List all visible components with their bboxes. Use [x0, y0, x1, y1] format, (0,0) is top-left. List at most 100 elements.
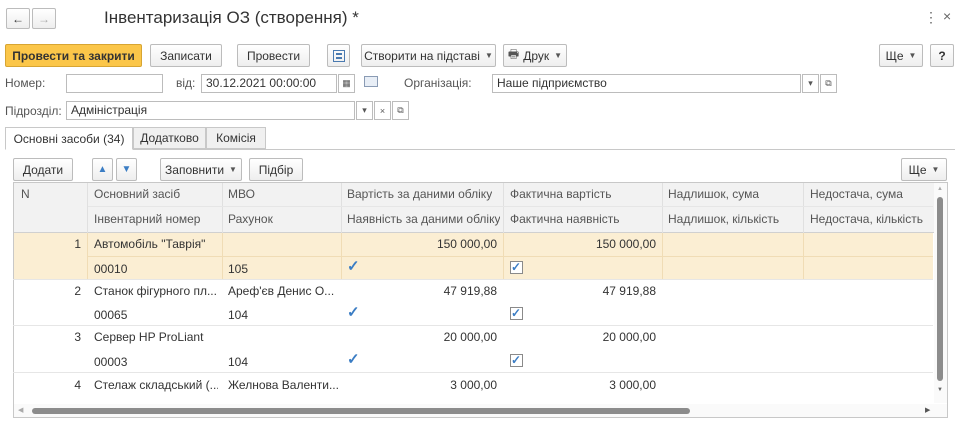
- account[interactable]: 105: [228, 262, 248, 276]
- book-value[interactable]: 3 000,00: [347, 378, 497, 392]
- chevron-down-icon: ▼: [229, 165, 237, 174]
- header-row-sep: [88, 206, 933, 207]
- table-more-button[interactable]: Ще ▼: [901, 158, 947, 181]
- account[interactable]: 104: [228, 308, 248, 322]
- vertical-scrollbar[interactable]: ▲ ▼: [934, 183, 947, 403]
- book-value[interactable]: 47 919,88: [347, 284, 497, 298]
- scroll-up-icon[interactable]: ▲: [937, 186, 943, 192]
- arrow-left-icon: ←: [12, 11, 24, 26]
- print-button[interactable]: 🖶 Друк ▼: [503, 44, 567, 67]
- col-sep: [503, 183, 504, 233]
- book-presence-check-icon: ✓: [347, 351, 360, 368]
- actual-presence-checkbox[interactable]: ✓: [510, 260, 523, 274]
- row-number[interactable]: 1: [14, 237, 81, 251]
- horizontal-scrollbar[interactable]: ◀ ▶: [14, 404, 947, 417]
- close-icon[interactable]: ×: [943, 8, 951, 24]
- inventory-number[interactable]: 00010: [94, 262, 127, 276]
- structure-button[interactable]: [327, 44, 350, 67]
- back-button[interactable]: ←: [6, 8, 30, 29]
- table-more-label: Ще: [908, 162, 927, 177]
- number-field[interactable]: [66, 74, 163, 93]
- col-header-actual-value[interactable]: Фактична вартість: [510, 187, 612, 201]
- select-button[interactable]: Підбір: [249, 158, 303, 181]
- chevron-down-icon: ▼: [931, 165, 940, 174]
- tab-fixed-assets[interactable]: Основні засоби (34): [5, 127, 133, 150]
- col-header-book-value[interactable]: Вартість за даними обліку: [347, 187, 492, 201]
- asset-name[interactable]: Сервер HP ProLiant: [94, 330, 218, 344]
- forward-button[interactable]: →: [32, 8, 56, 29]
- move-up-button[interactable]: ▲: [92, 158, 113, 181]
- mvo[interactable]: Ареф'єв Денис О...: [228, 284, 338, 298]
- col-header-inv-no[interactable]: Інвентарний номер: [94, 212, 200, 226]
- arrow-up-icon: ▲: [97, 164, 108, 175]
- inventory-number[interactable]: 00065: [94, 308, 127, 322]
- actual-presence-checkbox[interactable]: ✓: [510, 306, 523, 320]
- account[interactable]: 104: [228, 355, 248, 369]
- add-button[interactable]: Додати: [13, 158, 73, 181]
- number-label: Номер:: [5, 76, 46, 90]
- tab-commission[interactable]: Комісія: [206, 127, 266, 149]
- actual-presence-checkbox[interactable]: ✓: [510, 353, 523, 367]
- col-header-actual-presence[interactable]: Фактична наявність: [510, 212, 619, 226]
- col-header-shortage-sum[interactable]: Недостача, сума: [810, 187, 932, 201]
- date-field[interactable]: 30.12.2021 00:00:00: [201, 74, 337, 93]
- row-number[interactable]: 3: [14, 330, 81, 344]
- asset-name[interactable]: Станок фігурного пл...: [94, 284, 218, 298]
- organization-field[interactable]: Наше підприємство: [492, 74, 801, 93]
- post-and-close-button[interactable]: Провести та закрити: [5, 44, 142, 67]
- actual-value[interactable]: 20 000,00: [510, 330, 656, 344]
- calendar-button[interactable]: ▦: [338, 74, 355, 93]
- col-header-n[interactable]: N: [21, 187, 30, 201]
- more-button[interactable]: Ще ▼: [879, 44, 923, 67]
- scroll-down-icon[interactable]: ▼: [937, 387, 943, 393]
- scroll-left-icon[interactable]: ◀: [18, 406, 23, 414]
- horizontal-scroll-thumb[interactable]: [32, 408, 690, 414]
- date-label: від:: [176, 76, 196, 90]
- more-label: Ще: [885, 48, 904, 63]
- col-header-surplus-sum[interactable]: Надлишок, сума: [668, 187, 759, 201]
- calendar-icon: ▦: [342, 78, 351, 88]
- row-number[interactable]: 4: [14, 378, 81, 392]
- help-button[interactable]: ?: [930, 44, 954, 67]
- department-open-button[interactable]: ⧉: [392, 101, 409, 120]
- post-button[interactable]: Провести: [237, 44, 310, 67]
- create-based-on-button[interactable]: Створити на підставі ▼: [361, 44, 496, 67]
- inventory-number[interactable]: 00003: [94, 355, 127, 369]
- organization-dropdown-button[interactable]: ▾: [802, 74, 819, 93]
- book-presence-check-icon: ✓: [347, 304, 360, 321]
- col-header-shortage-qty[interactable]: Недостача, кількість: [810, 212, 932, 226]
- book-value[interactable]: 20 000,00: [347, 330, 497, 344]
- col-header-surplus-qty[interactable]: Надлишок, кількість: [668, 212, 779, 226]
- department-dropdown-button[interactable]: ▾: [356, 101, 373, 120]
- print-label: Друк: [523, 48, 550, 63]
- book-value[interactable]: 150 000,00: [347, 237, 497, 251]
- scroll-right-icon[interactable]: ▶: [925, 406, 930, 414]
- vertical-scroll-thumb[interactable]: [937, 197, 943, 381]
- col-header-mvo[interactable]: МВО: [228, 187, 255, 201]
- mvo[interactable]: Желнова Валенти...: [228, 378, 338, 392]
- col-sep: [341, 183, 342, 233]
- col-header-book-presence[interactable]: Наявність за даними обліку: [347, 212, 500, 226]
- organization-open-button[interactable]: ⧉: [820, 74, 837, 93]
- asset-name[interactable]: Стелаж складський (...: [94, 378, 218, 392]
- comment-icon[interactable]: [364, 76, 378, 87]
- col-header-asset[interactable]: Основний засіб: [94, 187, 180, 201]
- check-icon: ✓: [511, 306, 522, 320]
- actual-value[interactable]: 3 000,00: [510, 378, 656, 392]
- col-header-account[interactable]: Рахунок: [228, 212, 273, 226]
- actual-value[interactable]: 47 919,88: [510, 284, 656, 298]
- actual-value[interactable]: 150 000,00: [510, 237, 656, 251]
- department-clear-button[interactable]: ×: [374, 101, 391, 120]
- open-link-icon: ⧉: [397, 105, 404, 115]
- asset-name[interactable]: Автомобіль "Таврія": [94, 237, 218, 251]
- more-icon[interactable]: ⋮: [924, 9, 938, 26]
- save-button[interactable]: Записати: [150, 44, 222, 67]
- fill-button[interactable]: Заповнити ▼: [160, 158, 242, 181]
- department-field[interactable]: Адміністрація: [66, 101, 355, 120]
- move-down-button[interactable]: ▼: [116, 158, 137, 181]
- row-number[interactable]: 2: [14, 284, 81, 298]
- department-label: Підрозділ:: [5, 104, 62, 118]
- create-based-on-label: Створити на підставі: [364, 48, 480, 63]
- tab-additional[interactable]: Додатково: [133, 127, 206, 149]
- book-presence-check-icon: ✓: [347, 258, 360, 275]
